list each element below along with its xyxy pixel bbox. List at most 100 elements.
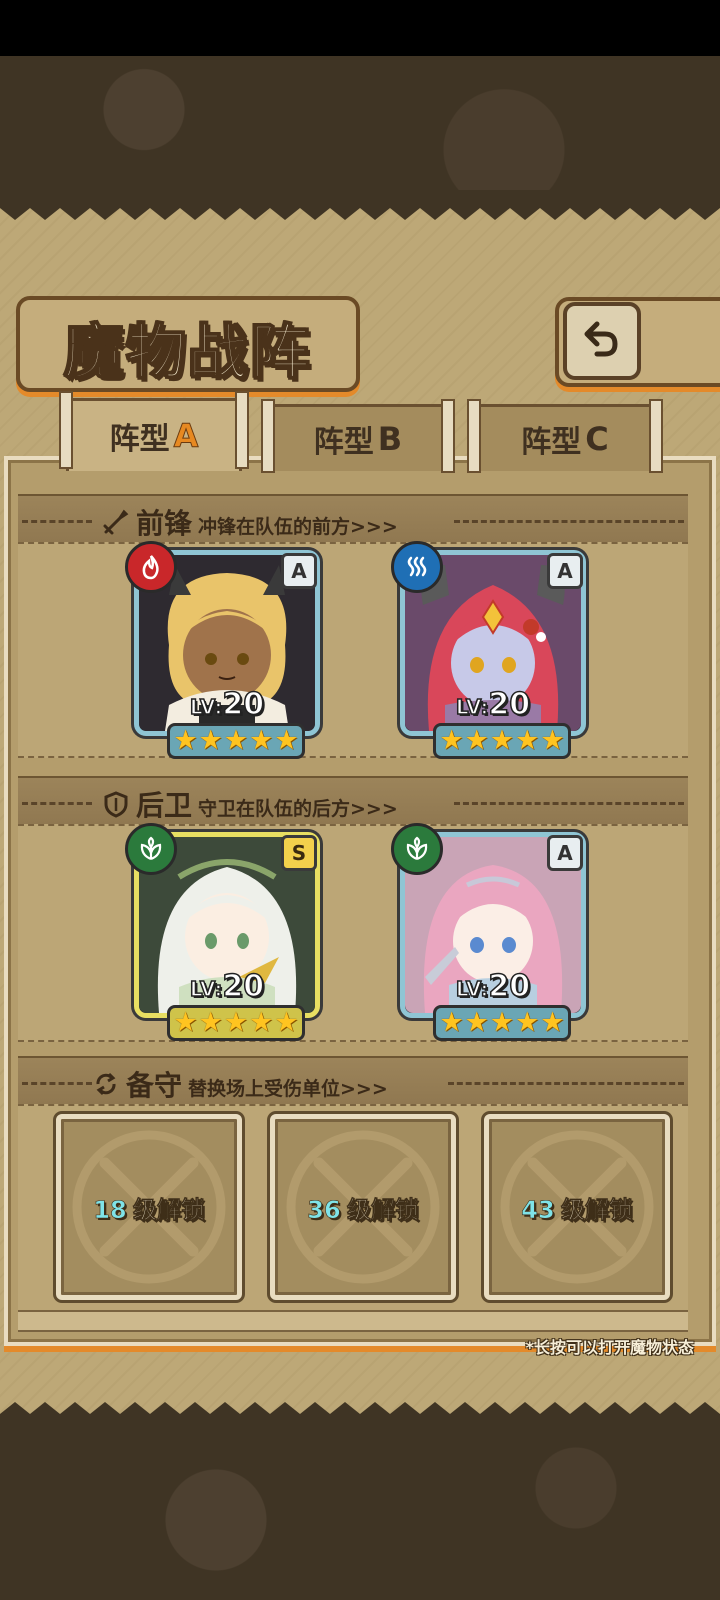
leaf-icon xyxy=(391,823,443,875)
section-desc: 替换场上受伤单位>>> xyxy=(188,1078,388,1100)
section-name: 备守 xyxy=(126,1069,183,1102)
level-value: 20 xyxy=(222,968,265,1005)
long-press-hint: *长按可以打开魔物状态 xyxy=(525,1338,694,1357)
star-icon: ★ xyxy=(439,725,464,756)
star-icon: ★ xyxy=(173,1007,198,1038)
star-icon: ★ xyxy=(173,725,198,756)
return-arrow-icon xyxy=(584,321,618,357)
section-label: 后卫 守卫在队伍的后方>>> xyxy=(102,784,398,824)
front-row xyxy=(18,542,688,758)
star-icon: ★ xyxy=(439,1007,464,1038)
world-map-background-top xyxy=(0,56,720,190)
tab-letter: B xyxy=(377,420,403,458)
tab-formation-a[interactable]: 阵型 A xyxy=(59,391,249,471)
divider-dash xyxy=(22,802,92,805)
section-name: 前锋 xyxy=(136,507,193,540)
unlock-level: 36 xyxy=(307,1195,341,1224)
tab-label: 阵型 xyxy=(521,425,582,460)
tab-post xyxy=(467,399,481,473)
level-label: LV:20 xyxy=(405,968,581,1005)
level-prefix: LV: xyxy=(189,976,223,1002)
monster-card-back-1[interactable]: S LV:20 ★ ★ ★ ★ ★ xyxy=(125,823,320,1041)
level-prefix: LV: xyxy=(455,694,489,720)
tab-letter: C xyxy=(585,420,609,458)
front-section-header: 前锋 冲锋在队伍的前方>>> xyxy=(18,494,688,548)
unlock-level: 43 xyxy=(521,1195,555,1224)
section-desc: 守卫在队伍的后方>>> xyxy=(198,798,398,820)
level-value: 20 xyxy=(222,686,265,723)
unlock-text: 级解锁 xyxy=(346,1195,419,1224)
level-label: LV:20 xyxy=(139,968,315,1005)
back-button[interactable] xyxy=(563,302,641,380)
section-desc: 冲锋在队伍的前方>>> xyxy=(198,516,398,538)
formation-screen: 魔物战阵 阵型 A 阵型 B 阵型 C 前锋 冲锋在队伍的前方>>> 后卫 守卫… xyxy=(0,0,720,1600)
monster-card-back-2[interactable]: A LV:20 ★ ★ ★ ★ ★ xyxy=(391,823,586,1041)
unlock-label: 43 级解锁 xyxy=(521,1190,633,1225)
level-label: LV:20 xyxy=(139,686,315,723)
world-map-background-bottom xyxy=(0,1440,720,1600)
divider-dash xyxy=(22,520,92,523)
unlock-text: 级解锁 xyxy=(560,1195,633,1224)
back-section-header: 后卫 守卫在队伍的后方>>> xyxy=(18,776,688,830)
divider-dash xyxy=(454,802,684,805)
star-rating: ★ ★ ★ ★ ★ xyxy=(433,1005,571,1041)
rank-badge: A xyxy=(281,553,317,589)
tab-label: 阵型 xyxy=(109,422,170,457)
reserve-slot-2[interactable]: 36 级解锁 xyxy=(270,1114,456,1300)
star-icon: ★ xyxy=(223,725,249,756)
section-label: 前锋 冲锋在队伍的前方>>> xyxy=(102,502,398,542)
back-row xyxy=(18,824,688,1042)
level-label: LV:20 xyxy=(405,686,581,723)
tab-formation-c[interactable]: 阵型 C xyxy=(467,399,663,473)
reserve-slot-1[interactable]: 18 级解锁 xyxy=(56,1114,242,1300)
star-rating: ★ ★ ★ ★ ★ xyxy=(433,723,571,759)
tab-letter: A xyxy=(173,417,199,456)
rank-badge: A xyxy=(547,835,583,871)
star-icon: ★ xyxy=(540,1007,565,1038)
divider-dash xyxy=(22,1082,92,1085)
unlock-text: 级解锁 xyxy=(132,1195,205,1224)
star-icon: ★ xyxy=(515,725,540,756)
monster-card-front-1[interactable]: A LV:20 ★ ★ ★ ★ ★ xyxy=(125,541,320,759)
star-icon: ★ xyxy=(464,725,489,756)
panel-bottom-strip xyxy=(18,1310,688,1332)
star-icon: ★ xyxy=(249,1007,274,1038)
title-plate: 魔物战阵 xyxy=(16,296,360,392)
tab-post xyxy=(649,399,663,473)
section-name: 后卫 xyxy=(136,789,193,822)
tab-post xyxy=(235,391,249,469)
star-rating: ★ ★ ★ ★ ★ xyxy=(167,1005,305,1041)
water-waves-icon xyxy=(391,541,443,593)
star-icon: ★ xyxy=(489,1007,515,1038)
star-icon: ★ xyxy=(274,725,299,756)
flame-icon xyxy=(125,541,177,593)
shield-icon xyxy=(104,791,128,818)
star-icon: ★ xyxy=(515,1007,540,1038)
tab-post xyxy=(441,399,455,473)
status-bar xyxy=(0,0,720,56)
star-icon: ★ xyxy=(223,1007,249,1038)
rank-badge: S xyxy=(281,835,317,871)
star-icon: ★ xyxy=(198,1007,223,1038)
leaf-icon xyxy=(125,823,177,875)
reserve-section-header: 备守 替换场上受伤单位>>> xyxy=(18,1056,688,1110)
star-icon: ★ xyxy=(274,1007,299,1038)
star-icon: ★ xyxy=(198,725,223,756)
rank-badge: A xyxy=(547,553,583,589)
tab-post xyxy=(261,399,275,473)
swap-icon xyxy=(96,1072,116,1096)
monster-card-front-2[interactable]: A LV:20 ★ ★ ★ ★ ★ xyxy=(391,541,586,759)
reserve-slot-3[interactable]: 43 级解锁 xyxy=(484,1114,670,1300)
unlock-label: 36 级解锁 xyxy=(307,1190,419,1225)
unlock-level: 18 xyxy=(93,1195,127,1224)
divider-dash xyxy=(448,1082,684,1085)
torn-edge-top xyxy=(0,190,720,220)
tab-post xyxy=(59,391,73,469)
unlock-label: 18 级解锁 xyxy=(93,1190,205,1225)
level-value: 20 xyxy=(488,968,531,1005)
torn-edge-bottom xyxy=(0,1402,720,1444)
tab-formation-b[interactable]: 阵型 B xyxy=(261,399,455,473)
level-value: 20 xyxy=(488,686,531,723)
star-icon: ★ xyxy=(464,1007,489,1038)
level-prefix: LV: xyxy=(455,976,489,1002)
